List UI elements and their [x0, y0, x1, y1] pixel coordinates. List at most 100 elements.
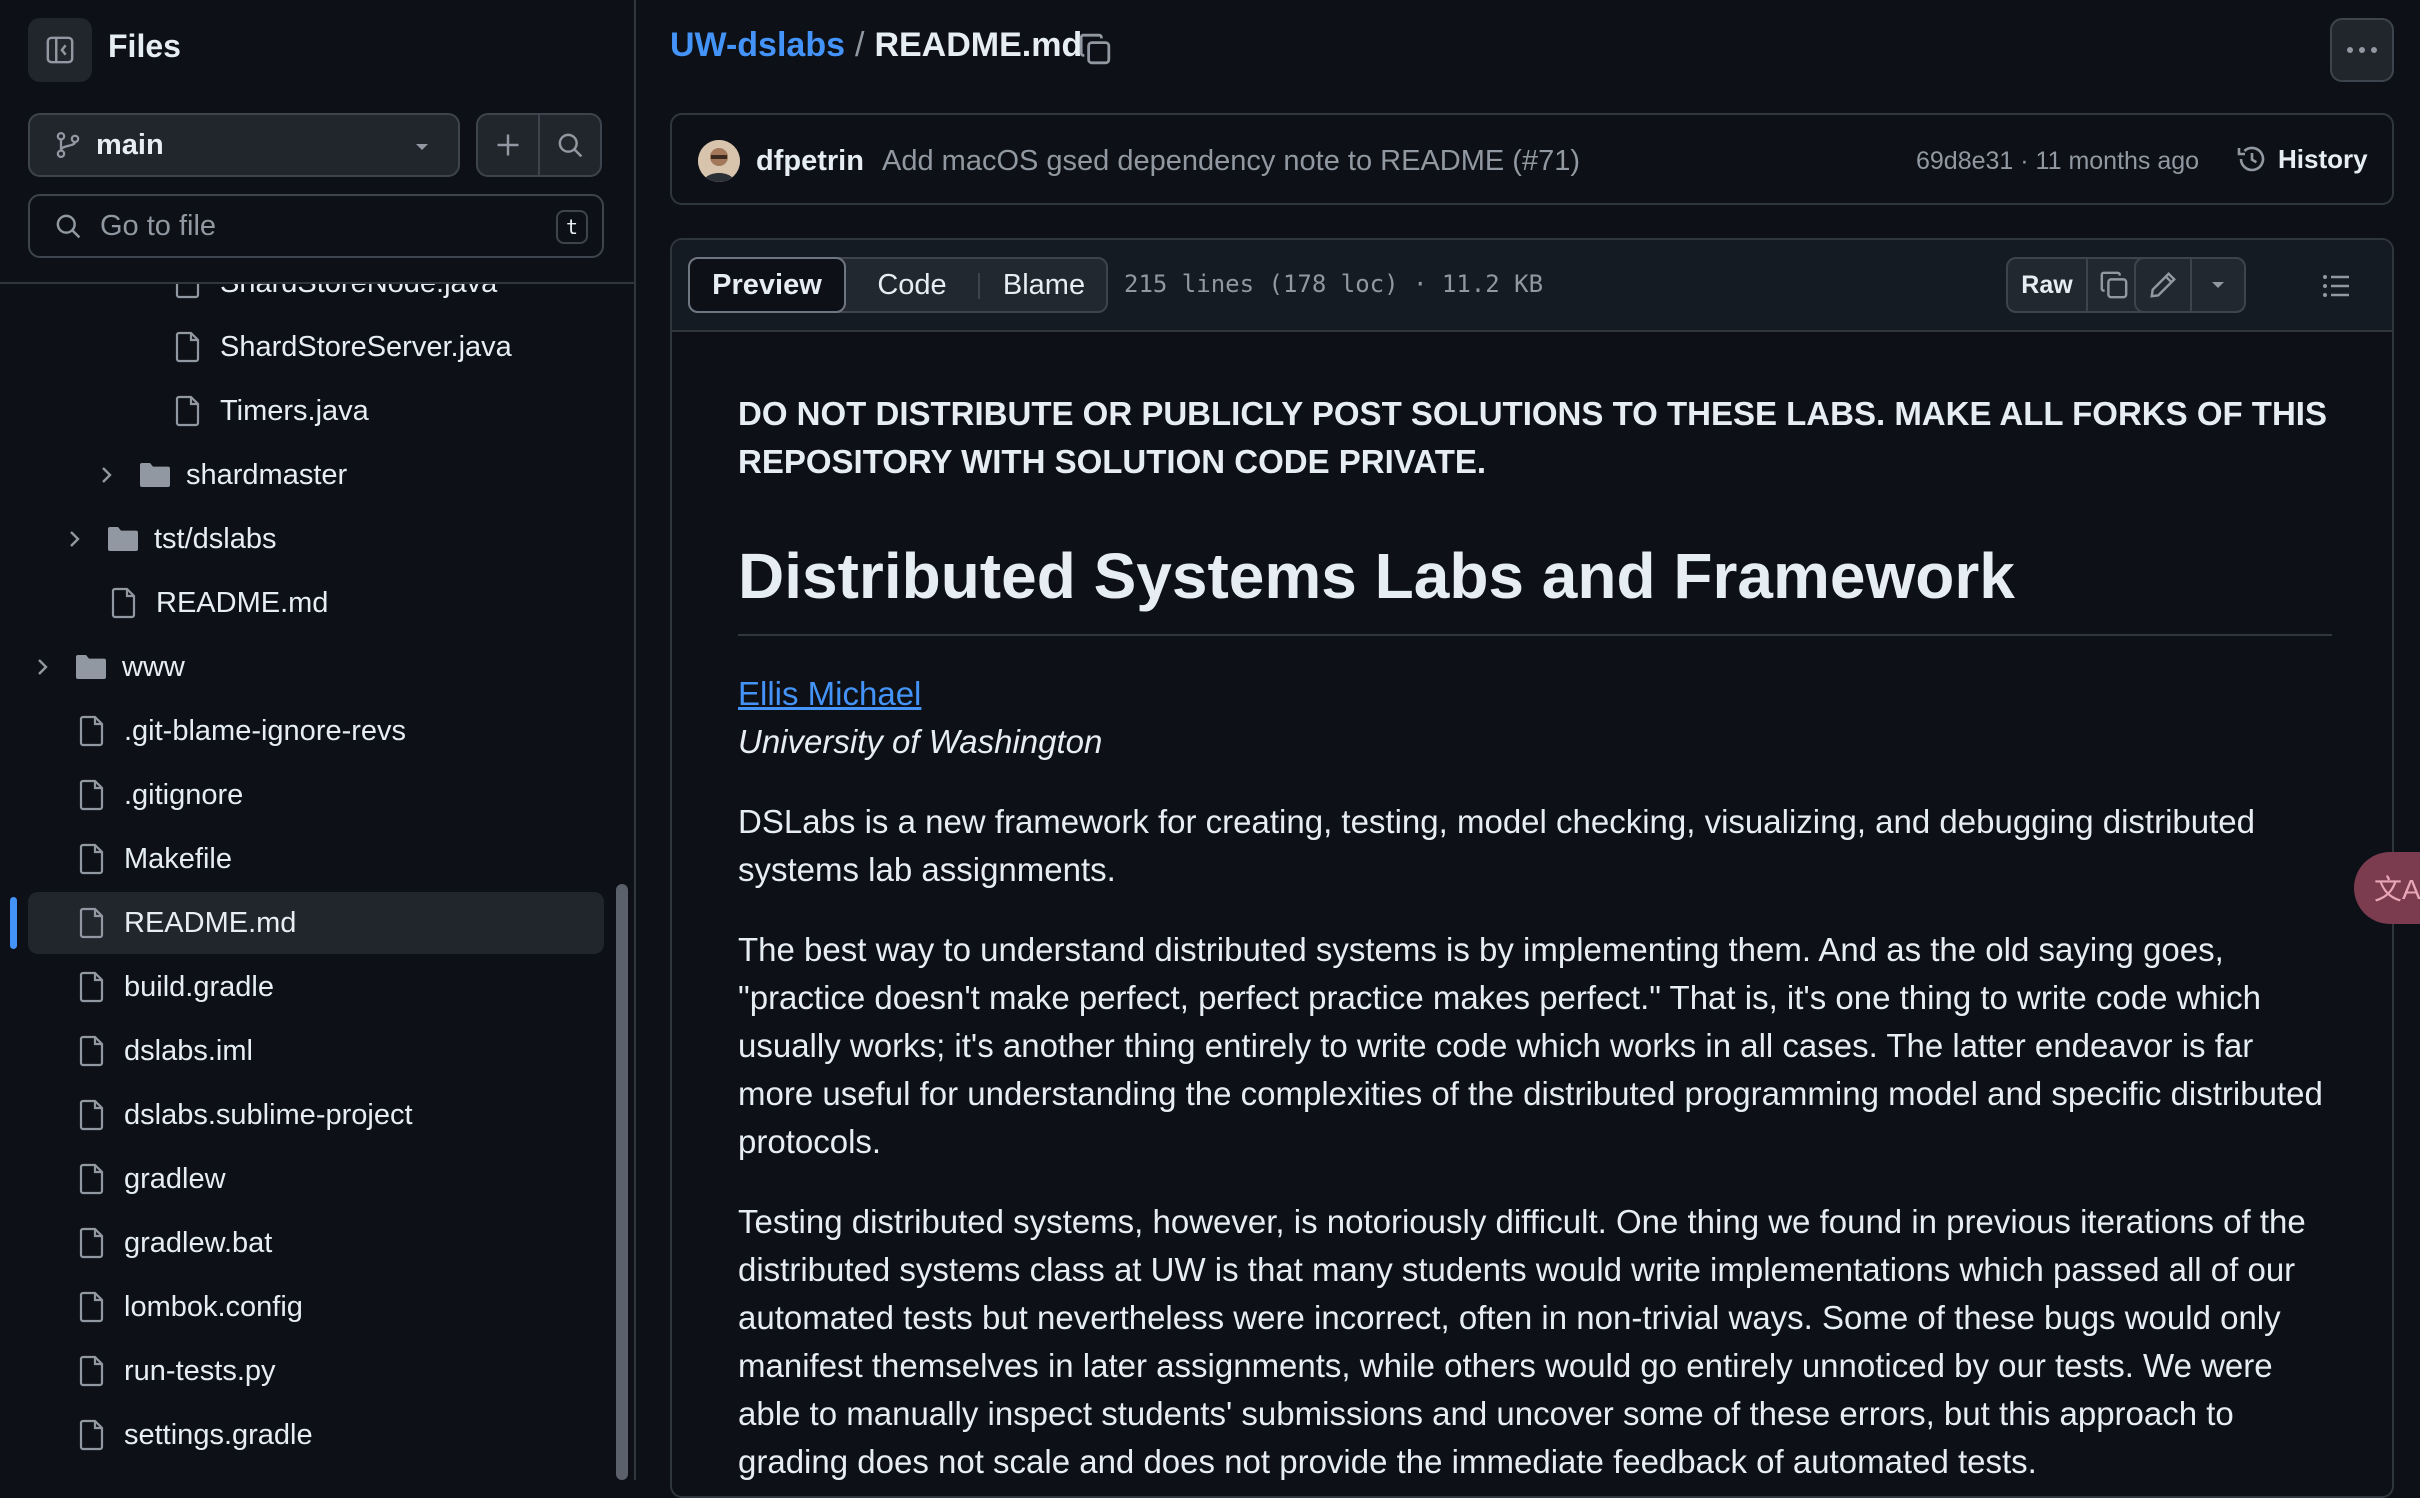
edit-file-button[interactable]	[2136, 259, 2192, 311]
copy-path-button[interactable]	[1078, 32, 1112, 66]
commit-sha-and-date[interactable]: 69d8e31 · 11 months ago	[1916, 147, 2199, 176]
tree-file-item[interactable]: Timers.java	[28, 380, 604, 442]
readme-author-link[interactable]: Ellis Michael	[738, 670, 921, 718]
tree-folder-item[interactable]: www	[28, 636, 604, 698]
readme-paragraph: The best way to understand distributed s…	[738, 931, 2323, 1160]
tree-item-label: .gitignore	[124, 778, 244, 811]
readme-title: Distributed Systems Labs and Framework	[738, 536, 2332, 636]
add-file-button[interactable]	[476, 113, 540, 177]
history-icon	[2237, 146, 2265, 172]
file-icon	[78, 1035, 106, 1067]
tree-folder-item[interactable]: shardmaster	[28, 444, 604, 506]
tree-item-label: gradlew	[124, 1162, 226, 1195]
search-icon	[558, 133, 583, 158]
breadcrumb-separator: /	[855, 26, 865, 64]
readme-paragraph: DSLabs is a new framework for creating, …	[738, 803, 2255, 888]
history-button[interactable]: History	[2236, 143, 2368, 175]
file-icon	[78, 1227, 106, 1259]
readme-article: DO NOT DISTRIBUTE OR PUBLICLY POST SOLUT…	[738, 390, 2332, 1486]
file-icon	[174, 395, 202, 427]
readme-affiliation: University of Washington	[738, 723, 1103, 760]
tab-blame[interactable]: Blame	[980, 259, 1108, 311]
tree-file-item[interactable]: build.gradle	[28, 956, 604, 1018]
sidebar-title: Files	[108, 28, 181, 64]
search-icon	[56, 214, 81, 239]
tree-item-label: Timers.java	[220, 394, 369, 427]
file-stats: 215 lines (178 loc) · 11.2 KB	[1124, 270, 1544, 298]
folder-icon	[106, 525, 140, 553]
history-label: History	[2278, 143, 2368, 174]
tree-item-label: README.md	[156, 586, 329, 619]
folder-icon	[74, 653, 108, 681]
tree-file-item[interactable]: run-tests.py	[28, 1340, 604, 1402]
collapse-sidebar-button[interactable]	[28, 18, 92, 82]
search-code-button[interactable]	[538, 113, 602, 177]
tree-file-item[interactable]: dslabs.iml	[28, 1020, 604, 1082]
file-icon	[78, 1419, 106, 1451]
file-icon	[78, 1099, 106, 1131]
tree-item-label: build.gradle	[124, 970, 274, 1003]
sidebar-header: Files main Go to file t	[0, 0, 634, 284]
tree-file-item[interactable]: lombok.config	[28, 1276, 604, 1338]
tree-item-label: gradlew.bat	[124, 1226, 273, 1259]
view-mode-tabs: Preview Code Blame	[688, 257, 1108, 313]
readme-warning: DO NOT DISTRIBUTE OR PUBLICLY POST SOLUT…	[738, 395, 2327, 480]
plus-icon	[497, 134, 519, 156]
breadcrumb-repo-link[interactable]: UW-dslabs	[670, 26, 845, 65]
file-icon	[78, 1355, 106, 1387]
avatar[interactable]	[698, 140, 740, 182]
more-options-button[interactable]	[2330, 18, 2394, 82]
caret-down-icon	[2212, 282, 2224, 288]
kebab-horizontal-icon	[2347, 47, 2377, 53]
edit-actions-group	[2134, 257, 2246, 313]
pencil-icon	[2150, 272, 2176, 298]
tree-file-item[interactable]: gradlew	[28, 1148, 604, 1210]
tree-item-label: dslabs.iml	[124, 1034, 253, 1067]
go-to-file-placeholder: Go to file	[100, 209, 217, 242]
folder-icon	[138, 461, 172, 489]
chevron-right-icon[interactable]	[36, 657, 50, 677]
go-to-file-input[interactable]: Go to file t	[28, 194, 604, 258]
commit-message-link[interactable]: Add macOS gsed dependency note to README…	[882, 145, 1580, 178]
git-branch-icon	[56, 131, 80, 159]
tree-file-item[interactable]: ShardStoreServer.java	[28, 316, 604, 378]
file-icon	[78, 907, 106, 939]
branch-selector[interactable]: main	[28, 113, 460, 177]
tree-item-label: ShardStoreServer.java	[220, 330, 512, 363]
active-file-indicator	[10, 897, 17, 949]
copy-icon	[2100, 271, 2128, 299]
chevron-right-icon[interactable]	[68, 529, 82, 549]
tree-item-label: lombok.config	[124, 1290, 303, 1323]
chevron-right-icon[interactable]	[100, 465, 114, 485]
keyboard-shortcut-hint: t	[556, 210, 588, 244]
raw-button[interactable]: Raw	[2008, 259, 2088, 311]
translate-extension-button[interactable]: 文A	[2354, 852, 2420, 924]
tree-file-item[interactable]: .gitignore	[28, 764, 604, 826]
file-icon	[78, 843, 106, 875]
tab-preview[interactable]: Preview	[688, 257, 846, 313]
tab-code[interactable]: Code	[846, 259, 978, 311]
readme-paragraph: Testing distributed systems, however, is…	[738, 1203, 2306, 1480]
tree-file-item[interactable]: Makefile	[28, 828, 604, 890]
file-icon	[78, 1163, 106, 1195]
tree-file-item[interactable]: gradlew.bat	[28, 1212, 604, 1274]
tree-item-label: Makefile	[124, 842, 232, 875]
tree-file-item[interactable]: dslabs.sublime-project	[28, 1084, 604, 1146]
sidebar-collapse-icon	[46, 36, 74, 64]
edit-options-dropdown[interactable]	[2192, 259, 2244, 311]
tree-file-item[interactable]: README.md	[28, 572, 604, 634]
sidebar-scrollbar[interactable]	[616, 884, 628, 1480]
tree-item-label: tst/dslabs	[154, 522, 277, 555]
tree-file-item[interactable]: README.md	[28, 892, 604, 954]
copy-icon	[1079, 33, 1111, 65]
commit-author-link[interactable]: dfpetrin	[756, 145, 864, 178]
file-view-main: UW-dslabs / README.md dfpetrin Add macOS…	[638, 0, 2420, 1498]
tree-file-item[interactable]: settings.gradle	[28, 1404, 604, 1466]
tree-item-label: settings.gradle	[124, 1418, 313, 1451]
avatar-image-icon	[698, 140, 740, 182]
tree-folder-item[interactable]: tst/dslabs	[28, 508, 604, 570]
file-icon	[78, 715, 106, 747]
file-icon	[78, 1291, 106, 1323]
tree-file-item[interactable]: .git-blame-ignore-revs	[28, 700, 604, 762]
outline-toggle-button[interactable]	[2320, 270, 2352, 302]
